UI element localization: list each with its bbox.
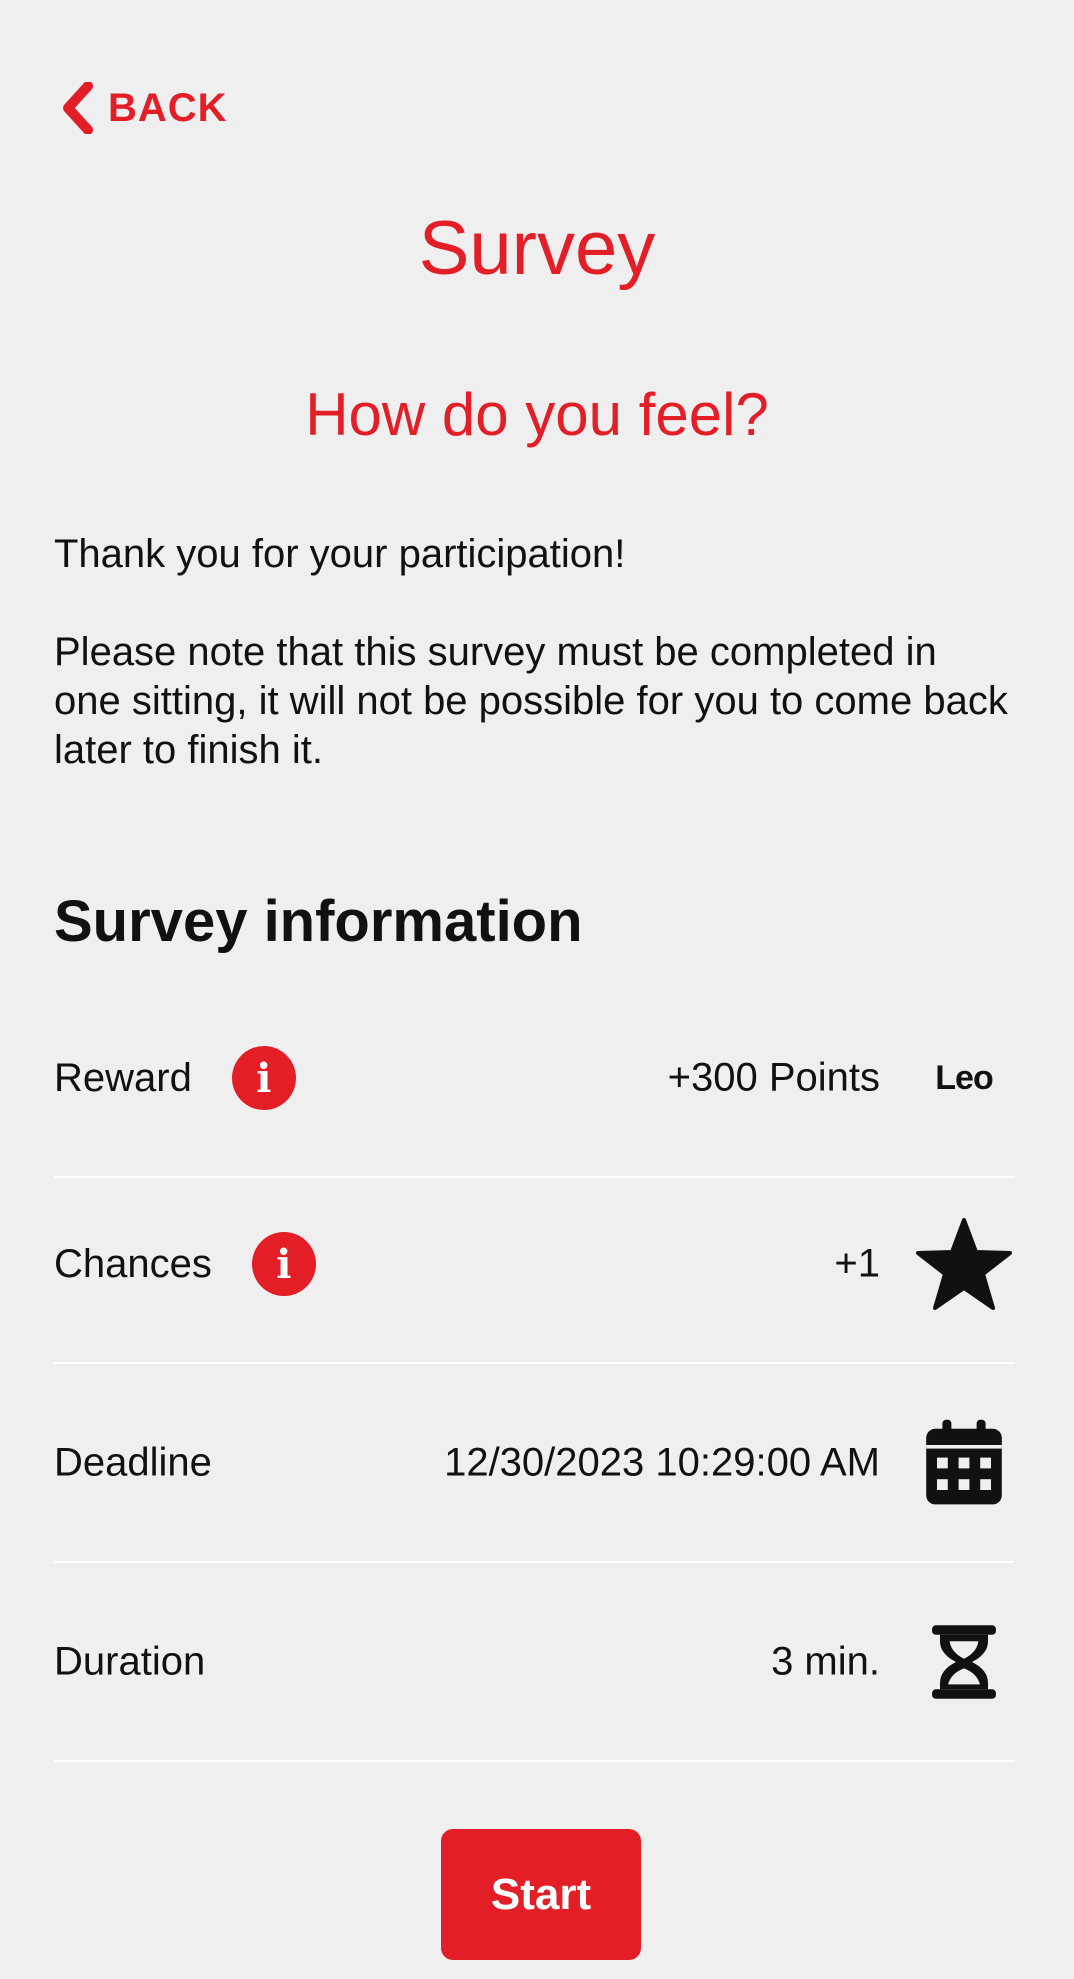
row-value: +300 Points [667, 1055, 880, 1100]
row-label: Chances [54, 1241, 212, 1286]
note-text: Please note that this survey must be com… [54, 630, 1008, 772]
row-value: +1 [834, 1241, 880, 1286]
star-icon [914, 1214, 1014, 1314]
row-value: 3 min. [771, 1639, 880, 1684]
info-row-reward: Reward i +300 Points Leo [54, 980, 1014, 1178]
hourglass-icon [914, 1612, 1014, 1712]
section-heading: Survey information [54, 889, 583, 954]
row-label: Deadline [54, 1440, 212, 1485]
row-value: 12/30/2023 10:29:00 AM [444, 1440, 880, 1485]
chevron-left-icon [63, 82, 93, 134]
start-button[interactable]: Start [441, 1829, 641, 1960]
info-row-chances: Chances i +1 [54, 1166, 1014, 1364]
intro-text: Thank you for your participation! Please… [54, 530, 1014, 775]
page-title: Survey [418, 206, 656, 291]
row-label: Duration [54, 1639, 206, 1684]
calendar-icon [914, 1413, 1014, 1513]
leo-logo-text: Leo [935, 1058, 993, 1097]
back-label: BACK [108, 85, 228, 130]
info-icon[interactable]: i [251, 1232, 316, 1296]
info-icon[interactable]: i [231, 1046, 296, 1110]
info-row-duration: Duration 3 min. [54, 1564, 1014, 1762]
row-label: Reward [54, 1055, 192, 1100]
survey-name: How do you feel? [305, 381, 769, 448]
back-button[interactable]: BACK [58, 82, 228, 134]
info-row-deadline: Deadline 12/30/2023 10:29:00 AM [54, 1365, 1014, 1563]
thanks-text: Thank you for your participation! [54, 532, 626, 576]
leo-logo-icon: Leo [914, 1028, 1014, 1128]
